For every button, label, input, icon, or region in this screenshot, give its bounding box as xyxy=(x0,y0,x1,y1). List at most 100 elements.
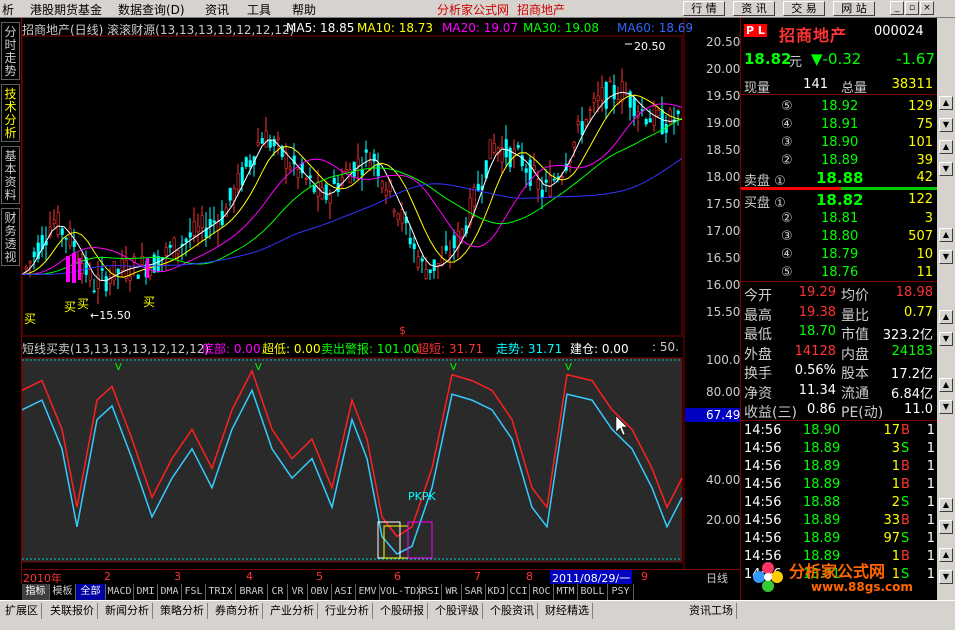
cursor-date: 2011/08/29/一 xyxy=(550,570,633,585)
indicator-tab[interactable]: 指标 xyxy=(22,584,50,600)
stat-row: 换手 0.56% 股本 17.2亿 xyxy=(741,362,938,382)
function-tab[interactable]: 个股研报 xyxy=(377,603,428,619)
trade-button[interactable]: 交 易 xyxy=(783,1,825,16)
date-month: 9 xyxy=(641,570,648,583)
function-tab[interactable]: 行业分析 xyxy=(322,603,373,619)
indicator-tab[interactable]: ASI xyxy=(332,584,356,600)
indicator-tab[interactable]: MACD xyxy=(106,584,134,600)
function-tab[interactable]: 财经精选 xyxy=(542,603,593,619)
tab-intraday[interactable]: 分时走势 xyxy=(1,22,20,80)
right-scrollbar[interactable]: ▲ ▼ ▲ ▼ ▲ ▼ ▲ ▼ ▲ ▼ ▲ ▼ ▲ ▼ xyxy=(937,18,955,600)
date-month: 6 xyxy=(394,570,401,583)
tab-fundamentals[interactable]: 基本资料 xyxy=(1,146,20,204)
indicator-tab[interactable]: 模板 xyxy=(50,584,76,600)
indicator-tab[interactable]: SAR xyxy=(462,584,486,600)
function-tab[interactable]: 关联报价 xyxy=(47,603,98,619)
quotes-button[interactable]: 行 情 xyxy=(683,1,725,16)
function-tab[interactable]: 策略分析 xyxy=(157,603,208,619)
scroll-up-icon[interactable]: ▲ xyxy=(939,310,953,324)
function-tab[interactable]: 扩展区 xyxy=(2,603,42,619)
function-tab[interactable]: 新闻分析 xyxy=(102,603,153,619)
scroll-up-icon[interactable]: ▲ xyxy=(939,498,953,512)
indicator-tab[interactable]: CCI xyxy=(508,584,530,600)
candle-body xyxy=(648,118,652,123)
menu-item-data-query[interactable]: 数据查询(D) xyxy=(118,1,185,18)
bid-price: 18.79 xyxy=(821,247,859,262)
ask-row[interactable]: ④ 18.91 75 xyxy=(741,116,938,133)
v-marker: V xyxy=(115,362,122,373)
function-tab[interactable]: 产业分析 xyxy=(267,603,318,619)
bid-ask-bar-red xyxy=(741,187,841,190)
restore-icon[interactable]: ▫ xyxy=(905,1,919,15)
function-tab[interactable]: 个股资讯 xyxy=(487,603,538,619)
candle-body xyxy=(536,179,540,190)
indicator-tab[interactable]: FSL xyxy=(182,584,206,600)
indicator-tab[interactable]: 全部 xyxy=(76,584,106,600)
indicator-tab[interactable]: BOLL xyxy=(578,584,608,600)
function-tab[interactable]: 资讯工场 xyxy=(686,603,737,619)
indicator-tab[interactable]: KDJ xyxy=(486,584,508,600)
pl-badge: P L xyxy=(744,24,767,37)
indicator-tab[interactable]: PSY xyxy=(608,584,634,600)
ask-row[interactable]: ③ 18.90 101 xyxy=(741,134,938,151)
volume-value: 141 xyxy=(803,77,828,92)
chart-canvas[interactable]: V V V V xyxy=(21,18,740,572)
indicator-tab[interactable]: EMV xyxy=(356,584,380,600)
menu-item-hk-futures[interactable]: 港股期货基金 xyxy=(30,1,102,18)
indicator-tab[interactable]: DMI xyxy=(134,584,158,600)
indicator-tab[interactable]: TRIX xyxy=(206,584,236,600)
indicator-tab[interactable]: VOL-TDX xyxy=(380,584,422,600)
scroll-up-icon[interactable]: ▲ xyxy=(939,228,953,242)
indicator-tab[interactable]: VR xyxy=(288,584,308,600)
menu-item-news[interactable]: 资讯 xyxy=(205,1,229,18)
bid1-row[interactable]: 买盘 ① 18.82 122 xyxy=(741,191,938,211)
candle-body xyxy=(96,274,100,289)
menu-item-help[interactable]: 帮助 xyxy=(292,1,316,18)
indicator-tab[interactable]: OBV xyxy=(308,584,332,600)
menu-item-analysis[interactable]: 析 xyxy=(2,1,14,18)
ask-row[interactable]: ② 18.89 39 xyxy=(741,152,938,169)
function-tab[interactable]: 个股评级 xyxy=(432,603,483,619)
tick-time: 14:56 xyxy=(744,495,782,510)
date-month: 7 xyxy=(474,570,481,583)
indicator-tab[interactable]: RSI xyxy=(420,584,442,600)
candle-body xyxy=(260,138,264,144)
scroll-down-icon[interactable]: ▼ xyxy=(939,570,953,584)
news-button[interactable]: 资 讯 xyxy=(733,1,775,16)
bid-row[interactable]: ⑤ 18.76 11 xyxy=(741,264,938,281)
ask1-row[interactable]: 卖盘 ① 18.88 42 xyxy=(741,169,938,189)
menu-item-tools[interactable]: 工具 xyxy=(247,1,271,18)
scroll-down-icon[interactable]: ▼ xyxy=(939,250,953,264)
ask-row[interactable]: ⑤ 18.92 129 xyxy=(741,98,938,115)
scroll-down-icon[interactable]: ▼ xyxy=(939,520,953,534)
indicator-tick: 20.00 xyxy=(706,513,741,527)
total-value: 38311 xyxy=(891,77,933,92)
function-tab[interactable]: 券商分析 xyxy=(212,603,263,619)
kline-chart[interactable]: V V V V 招商地产(日线) 滚滚财源(13,13,13,13,12,12,… xyxy=(21,18,741,572)
scroll-up-icon[interactable]: ▲ xyxy=(939,378,953,392)
scroll-down-icon[interactable]: ▼ xyxy=(939,332,953,346)
minimize-icon[interactable]: _ xyxy=(890,1,904,15)
indicator-tab[interactable]: CR xyxy=(268,584,288,600)
tab-financials[interactable]: 财务透视 xyxy=(1,208,20,266)
scroll-up-icon[interactable]: ▲ xyxy=(939,548,953,562)
scroll-up-icon[interactable]: ▲ xyxy=(939,140,953,154)
scroll-down-icon[interactable]: ▼ xyxy=(939,162,953,176)
bid-row[interactable]: ③ 18.80 507 xyxy=(741,228,938,245)
menu-bar: 析 港股期货基金 数据查询(D) 资讯 工具 帮助 分析家公式网 招商地产 行 … xyxy=(0,0,955,18)
candle-body xyxy=(188,232,192,238)
bid-row[interactable]: ④ 18.79 10 xyxy=(741,246,938,263)
close-icon[interactable]: × xyxy=(920,1,934,15)
indicator-tab[interactable]: DMA xyxy=(158,584,182,600)
indicator-tab-bar: 指标 模板 全部 MACD DMI DMA FSL TRIX BRAR CR VR OBV ASI EMV… xyxy=(0,584,740,600)
scroll-up-icon[interactable]: ▲ xyxy=(939,96,953,110)
indicator-tab[interactable]: WR xyxy=(442,584,462,600)
scroll-down-icon[interactable]: ▼ xyxy=(939,400,953,414)
indicator-tab[interactable]: MTM xyxy=(554,584,578,600)
website-button[interactable]: 网 站 xyxy=(833,1,875,16)
scroll-down-icon[interactable]: ▼ xyxy=(939,118,953,132)
tab-technical[interactable]: 技术分析 xyxy=(1,84,20,142)
indicator-tab[interactable]: ROC xyxy=(530,584,554,600)
bid-row[interactable]: ② 18.81 3 xyxy=(741,210,938,227)
indicator-tab[interactable]: BRAR xyxy=(236,584,268,600)
